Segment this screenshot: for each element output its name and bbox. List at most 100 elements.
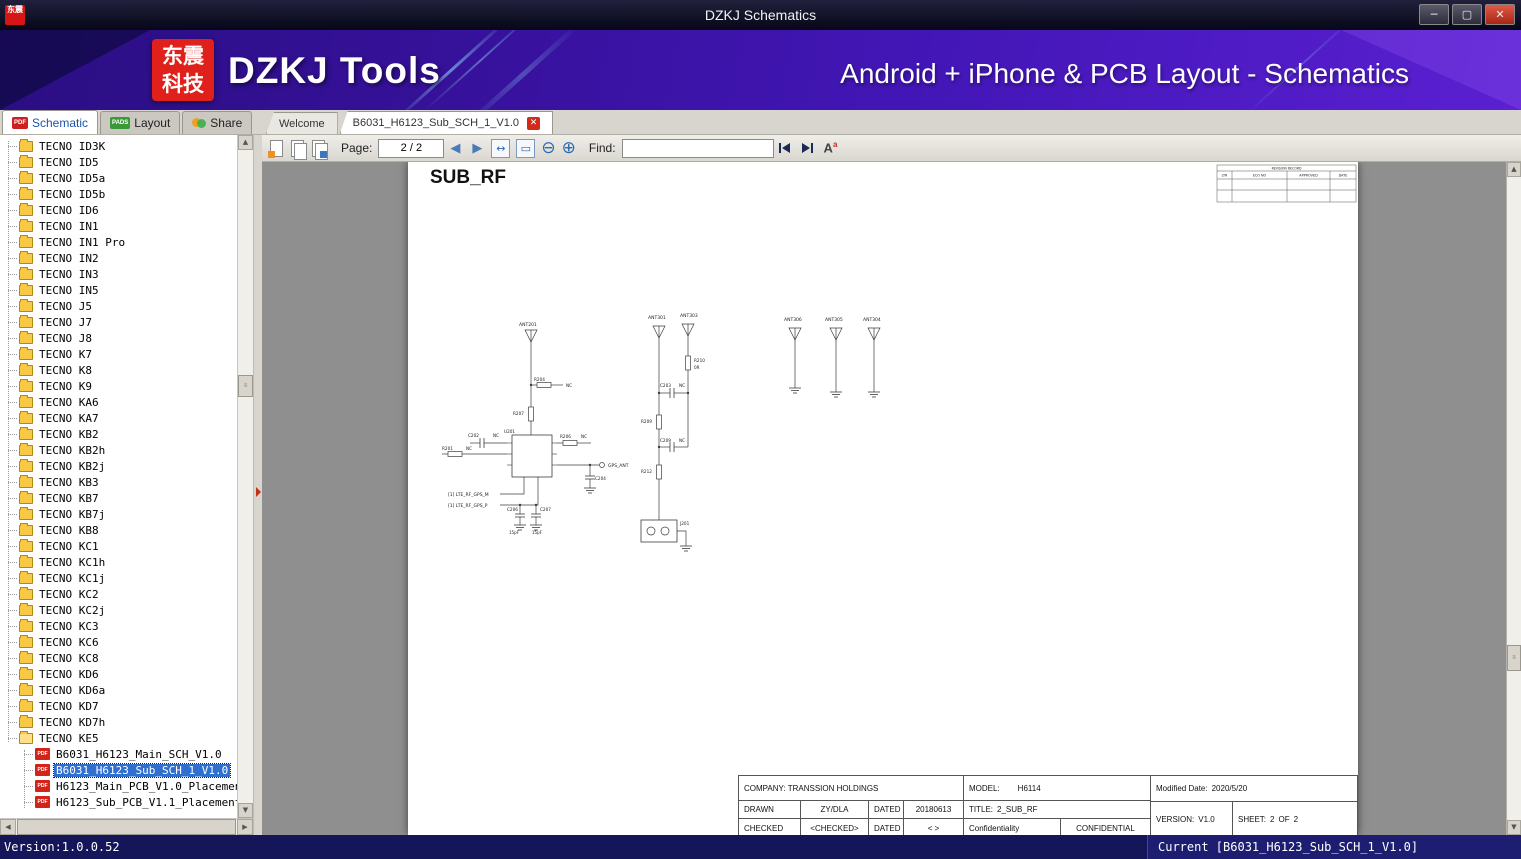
scroll-up-icon[interactable]: ▲ (238, 135, 253, 150)
tree-item-folder[interactable]: TECNO ID5b (0, 186, 237, 202)
previous-page-icon[interactable]: ◀ (450, 141, 460, 156)
scroll-right-icon[interactable]: ▶ (237, 819, 253, 835)
tree-item-folder[interactable]: TECNO KB7 (0, 490, 237, 506)
tree-item-folder[interactable]: TECNO ID6 (0, 202, 237, 218)
tree-item-folder[interactable]: TECNO ID3K (0, 138, 237, 154)
tree-item-folder[interactable]: TECNO KC6 (0, 634, 237, 650)
document-vertical-scrollbar[interactable]: ▲ ≡ ▼ (1506, 162, 1521, 835)
tree-item-folder[interactable]: TECNO KC2 (0, 586, 237, 602)
tree-connector (8, 433, 17, 435)
tree-item-folder[interactable]: TECNO KC8 (0, 650, 237, 666)
tree-connector (8, 401, 17, 403)
scrollbar-thumb[interactable]: ≡ (1507, 645, 1521, 671)
scrollbar-thumb[interactable] (17, 819, 236, 835)
tree-item-folder[interactable]: TECNO J5 (0, 298, 237, 314)
tree-connector (8, 705, 17, 707)
window-title: DZKJ Schematics (704, 7, 817, 23)
minimize-button[interactable]: ─ (1419, 4, 1449, 25)
tab-label: Layout (134, 116, 171, 130)
collapse-sidebar-icon[interactable] (256, 487, 261, 497)
tree-item-folder[interactable]: TECNO KC1h (0, 554, 237, 570)
fit-page-icon[interactable]: ▭ (516, 138, 536, 158)
tree-item-folder[interactable]: TECNO KD6 (0, 666, 237, 682)
zoom-out-icon[interactable]: ⊖ (541, 139, 555, 157)
doc-tab-welcome[interactable]: Welcome (266, 112, 338, 134)
continuous-view-icon[interactable] (310, 139, 328, 160)
tab-schematic[interactable]: PDF Schematic (2, 110, 99, 134)
schematic-drawing: ANT201 R204 NC R207 U201 C202 NC R201 NC R206 NC GP… (442, 164, 1357, 552)
tree-item-folder[interactable]: TECNO KB7j (0, 506, 237, 522)
find-previous-icon[interactable] (778, 142, 792, 154)
next-page-icon[interactable]: ▶ (472, 141, 482, 156)
tree-item-file[interactable]: PDF B6031_H6123_Sub_SCH_1_V1.0 (0, 762, 237, 778)
pdf-file-icon: PDF (35, 764, 50, 776)
zoom-in-icon[interactable]: ⊕ (562, 139, 576, 157)
sheet-label: SHEET: (1238, 815, 1267, 824)
tree-item-folder[interactable]: TECNO KA6 (0, 394, 237, 410)
tree-item-folder[interactable]: TECNO KB2 (0, 426, 237, 442)
folder-icon (19, 314, 33, 328)
tree-item-folder[interactable]: TECNO KC1 (0, 538, 237, 554)
tree-item-folder[interactable]: TECNO ID5a (0, 170, 237, 186)
tab-label: Share (210, 116, 243, 130)
sidebar-splitter[interactable] (253, 135, 262, 835)
folder-icon (19, 266, 33, 280)
tree-item-folder[interactable]: TECNO KB2h (0, 442, 237, 458)
single-page-view-icon[interactable] (268, 139, 285, 158)
tree-item-folder[interactable]: TECNO KB2j (0, 458, 237, 474)
close-tab-icon[interactable]: ✕ (527, 116, 541, 130)
svg-text:NC: NC (466, 446, 472, 451)
tree-item-folder[interactable]: TECNO K8 (0, 362, 237, 378)
tree-item-folder[interactable]: TECNO IN1 Pro (0, 234, 237, 250)
page-number-input[interactable] (378, 138, 445, 158)
tab-share[interactable]: Share (182, 111, 253, 134)
scroll-up-icon[interactable]: ▲ (1507, 162, 1521, 177)
tree-item-folder[interactable]: TECNO K9 (0, 378, 237, 394)
tree-item-folder[interactable]: TECNO KD6a (0, 682, 237, 698)
folder-icon (19, 522, 33, 536)
sidebar-vertical-scrollbar[interactable]: ▲ ≡ ▼ (237, 135, 253, 818)
tree-item-folder[interactable]: TECNO KA7 (0, 410, 237, 426)
maximize-button[interactable]: ▢ (1452, 4, 1482, 25)
tree-item-file[interactable]: PDF H6123_Sub_PCB_V1.1_Placement (0, 794, 237, 810)
tree-item-folder[interactable]: TECNO IN3 (0, 266, 237, 282)
folder-icon (19, 154, 33, 168)
find-next-icon[interactable] (800, 142, 814, 154)
facing-page-view-icon[interactable] (289, 139, 307, 160)
doc-tab-active[interactable]: B6031_H6123_Sub_SCH_1_V1.0 ✕ (339, 111, 554, 134)
tree-item-folder[interactable]: TECNO K7 (0, 346, 237, 362)
tree-item-folder[interactable]: TECNO IN1 (0, 218, 237, 234)
tree-item-folder[interactable]: TECNO KC3 (0, 618, 237, 634)
find-input[interactable] (621, 138, 774, 158)
tree-item-folder[interactable]: TECNO J7 (0, 314, 237, 330)
tab-layout[interactable]: PADS Layout (100, 111, 181, 134)
scroll-down-icon[interactable]: ▼ (1507, 820, 1521, 835)
tree-item-file[interactable]: PDF B6031_H6123_Main_SCH_V1.0 (0, 746, 237, 762)
version-label: VERSION: (1156, 815, 1195, 824)
tree-item-label: TECNO KA6 (39, 395, 99, 409)
tree-item-folder[interactable]: TECNO KE5 (0, 730, 237, 746)
tree-item-folder[interactable]: TECNO KB8 (0, 522, 237, 538)
tree-item-folder[interactable]: TECNO KD7 (0, 698, 237, 714)
scroll-left-icon[interactable]: ◀ (0, 819, 16, 835)
folder-icon (19, 506, 33, 520)
tree-item-folder[interactable]: TECNO KD7h (0, 714, 237, 730)
scroll-down-icon[interactable]: ▼ (238, 803, 253, 818)
tree-item-folder[interactable]: TECNO KB3 (0, 474, 237, 490)
tree-item-folder[interactable]: TECNO IN5 (0, 282, 237, 298)
tree-item-file[interactable]: PDF H6123_Main_PCB_V1.0_Placement (0, 778, 237, 794)
folder-icon (19, 170, 33, 184)
match-case-icon[interactable]: Aa (824, 140, 838, 155)
tree-item-folder[interactable]: TECNO KC2j (0, 602, 237, 618)
tree-item-folder[interactable]: TECNO J8 (0, 330, 237, 346)
sidebar-horizontal-scrollbar[interactable]: ◀ ▶ (0, 818, 253, 835)
tree-item-folder[interactable]: TECNO ID5 (0, 154, 237, 170)
fit-width-icon[interactable]: ↔ (491, 138, 511, 158)
tree-item-folder[interactable]: TECNO IN2 (0, 250, 237, 266)
tree-item-folder[interactable]: TECNO KC1j (0, 570, 237, 586)
tree-item-label: TECNO KC2 (39, 587, 99, 601)
tree-connector (8, 177, 17, 179)
close-button[interactable]: ✕ (1485, 4, 1515, 25)
folder-icon (19, 202, 33, 216)
scrollbar-thumb[interactable]: ≡ (238, 375, 253, 397)
